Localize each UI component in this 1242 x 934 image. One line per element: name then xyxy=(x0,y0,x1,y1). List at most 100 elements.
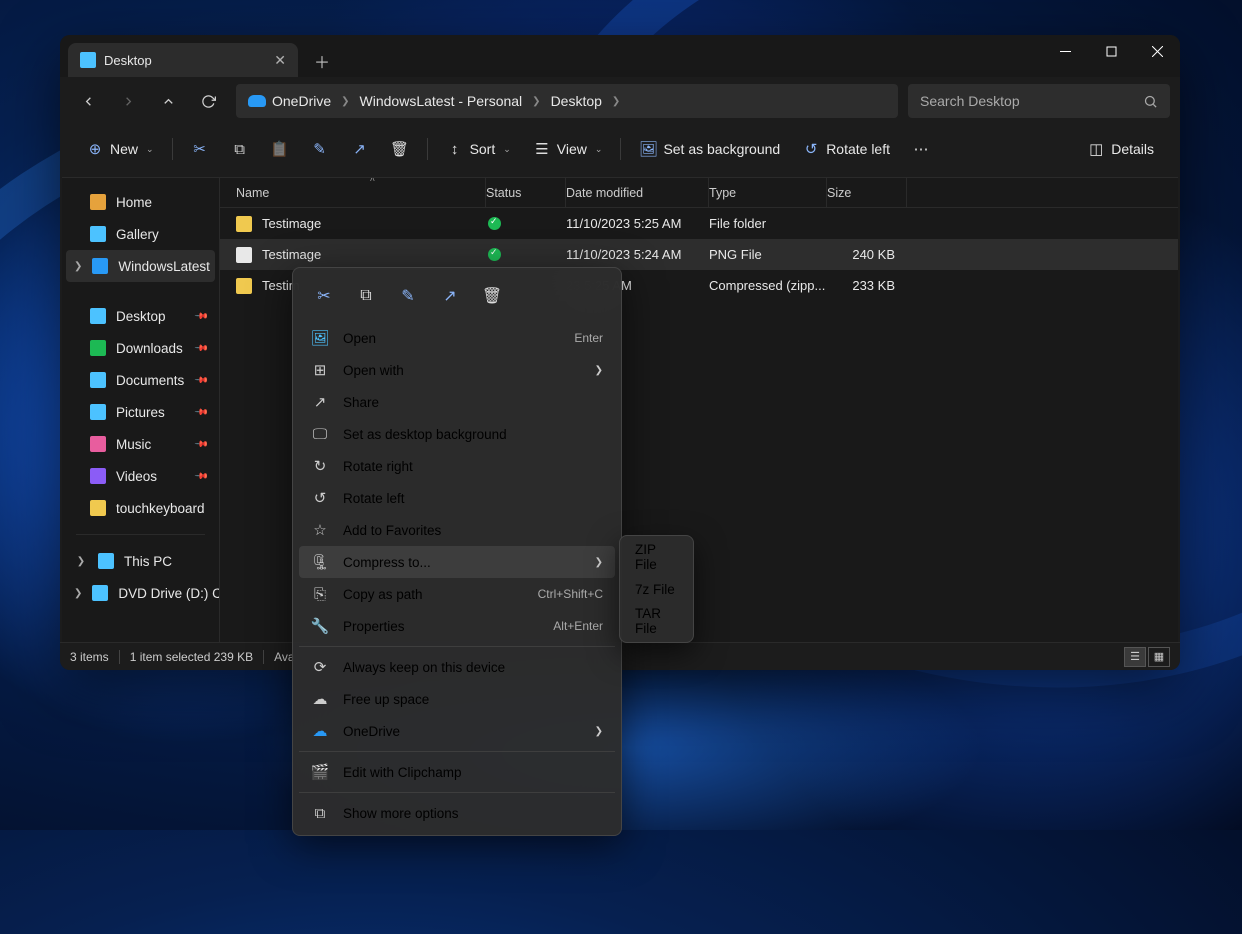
cut-button[interactable]: ✂ xyxy=(181,131,219,167)
ctx-item-label: Add to Favorites xyxy=(343,523,603,538)
address-bar[interactable]: OneDrive ❯ WindowsLatest - Personal ❯ De… xyxy=(236,84,898,118)
rotate-left-button[interactable]: ↺ Rotate left xyxy=(792,131,900,167)
sidebar-item-windowslatest[interactable]: ❯WindowsLatest xyxy=(66,250,215,282)
folder-icon xyxy=(90,372,106,388)
ctx-item-rotate-left[interactable]: ↺Rotate left xyxy=(299,482,615,514)
folder-icon xyxy=(98,553,114,569)
sidebar-item-videos[interactable]: Videos📌 xyxy=(66,460,215,492)
ctx-item-always-keep-on-this-device[interactable]: ⟳ Always keep on this device xyxy=(299,651,615,683)
column-status[interactable]: Status xyxy=(486,178,566,207)
submenu-item-7z-file[interactable]: 7z File xyxy=(625,573,688,605)
plus-circle-icon: ⊕ xyxy=(86,140,104,158)
close-button[interactable] xyxy=(1134,35,1180,67)
maximize-button[interactable] xyxy=(1088,35,1134,67)
sidebar-item-label: touchkeyboard xyxy=(116,501,205,516)
ctx-item-show-more-options[interactable]: ⧉Show more options xyxy=(299,797,615,829)
keep-icon: ⟳ xyxy=(311,658,329,676)
view-button[interactable]: ☰ View⌄ xyxy=(523,131,613,167)
search-input[interactable]: Search Desktop xyxy=(908,84,1170,118)
rename-button[interactable]: ✎ xyxy=(301,131,339,167)
forward-button[interactable] xyxy=(110,84,146,118)
ctx-copy-button[interactable]: ⧉ xyxy=(347,278,385,314)
ctx-item-hint: Alt+Enter xyxy=(553,619,603,633)
file-icon xyxy=(236,216,252,232)
file-row[interactable]: Testimage 11/10/2023 5:25 AM File folder xyxy=(220,208,1178,239)
share-button[interactable]: ↗ xyxy=(341,131,379,167)
ctx-item-label: Open xyxy=(343,331,560,346)
ctx-item-rotate-right[interactable]: ↻Rotate right xyxy=(299,450,615,482)
sidebar-item-label: Home xyxy=(116,195,152,210)
compress-icon: 🗜 xyxy=(311,553,329,571)
column-size[interactable]: Size xyxy=(827,178,907,207)
ctx-item-label: Edit with Clipchamp xyxy=(343,765,603,780)
column-type[interactable]: Type xyxy=(709,178,827,207)
ctx-item-onedrive[interactable]: ☁ OneDrive ❯ xyxy=(299,715,615,747)
sidebar-item-music[interactable]: Music📌 xyxy=(66,428,215,460)
bg-icon: 🖵 xyxy=(311,426,329,443)
copy-button[interactable]: ⧉ xyxy=(221,131,259,167)
delete-button[interactable]: 🗑 xyxy=(381,131,419,167)
sidebar-item-pictures[interactable]: Pictures📌 xyxy=(66,396,215,428)
column-date[interactable]: Date modified xyxy=(566,178,709,207)
details-view-button[interactable]: ☰ xyxy=(1124,647,1146,667)
sidebar-item-touchkeyboard[interactable]: touchkeyboard xyxy=(66,492,215,524)
ctx-delete-button[interactable]: 🗑 xyxy=(473,278,511,314)
ellipsis-icon: ⋯ xyxy=(912,140,930,158)
sidebar-item-this-pc[interactable]: ❯This PC xyxy=(66,545,215,577)
submenu-item-zip-file[interactable]: ZIP File xyxy=(625,541,688,573)
ctx-item-free-up-space[interactable]: ☁Free up space xyxy=(299,683,615,715)
onedrive-icon: ☁ xyxy=(311,722,329,740)
sort-button[interactable]: ↕ Sort⌄ xyxy=(436,131,521,167)
file-type: PNG File xyxy=(709,247,827,262)
sidebar-item-downloads[interactable]: Downloads📌 xyxy=(66,332,215,364)
breadcrumb-personal[interactable]: WindowsLatest - Personal xyxy=(360,93,523,109)
refresh-button[interactable] xyxy=(190,84,226,118)
set-background-button[interactable]: 🖼 Set as background xyxy=(629,131,790,167)
chevron-right-icon: ❯ xyxy=(595,726,603,737)
ctx-cut-button[interactable]: ✂ xyxy=(305,278,343,314)
file-row[interactable]: Testimage 11/10/2023 5:24 AM PNG File 24… xyxy=(220,239,1178,270)
ctx-item-properties[interactable]: 🔧PropertiesAlt+Enter xyxy=(299,610,615,642)
ctx-share-button[interactable]: ↗ xyxy=(431,278,469,314)
sidebar-item-home[interactable]: Home xyxy=(66,186,215,218)
chevron-right-icon: ❯ xyxy=(74,261,82,272)
ctx-item-label: Rotate right xyxy=(343,459,603,474)
tab-close-button[interactable]: ✕ xyxy=(274,52,286,69)
ctx-item-copy-as-path[interactable]: ⎘Copy as pathCtrl+Shift+C xyxy=(299,578,615,610)
breadcrumb-desktop[interactable]: Desktop xyxy=(551,93,602,109)
more-button[interactable]: ⋯ xyxy=(902,131,940,167)
column-name[interactable]: Name˄ xyxy=(236,178,486,207)
ctx-item-add-to-favorites[interactable]: ☆ Add to Favorites xyxy=(299,514,615,546)
ctx-item-open-with[interactable]: ⊞Open with❯ xyxy=(299,354,615,386)
sidebar-item-documents[interactable]: Documents📌 xyxy=(66,364,215,396)
new-tab-button[interactable]: ＋ xyxy=(306,45,338,77)
ctx-item-label: OneDrive xyxy=(343,724,581,739)
sidebar-item-dvd-drive-d-c[interactable]: ❯DVD Drive (D:) C xyxy=(66,577,215,609)
folder-icon xyxy=(90,308,106,324)
file-type: File folder xyxy=(709,216,827,231)
ctx-item-set-as-desktop-background[interactable]: 🖵Set as desktop background xyxy=(299,418,615,450)
sidebar-item-gallery[interactable]: Gallery xyxy=(66,218,215,250)
new-button[interactable]: ⊕ New⌄ xyxy=(76,131,164,167)
ctx-item-edit-with-clipchamp[interactable]: 🎬Edit with Clipchamp xyxy=(299,756,615,788)
folder-icon xyxy=(90,226,106,242)
ctx-item-share[interactable]: ↗Share xyxy=(299,386,615,418)
paste-button[interactable]: 📋 xyxy=(261,131,299,167)
ctx-item-compress-to-[interactable]: 🗜Compress to...❯ xyxy=(299,546,615,578)
ctx-item-label: Always keep on this device xyxy=(343,660,603,675)
thumbnails-view-button[interactable]: ▦ xyxy=(1148,647,1170,667)
star-icon: ☆ xyxy=(311,521,329,539)
file-icon xyxy=(236,278,252,294)
tab-desktop[interactable]: Desktop ✕ xyxy=(68,43,298,77)
details-pane-button[interactable]: ◫ Details xyxy=(1077,131,1164,167)
up-button[interactable] xyxy=(150,84,186,118)
ctx-rename-button[interactable]: ✎ xyxy=(389,278,427,314)
ctx-item-open[interactable]: 🖼OpenEnter xyxy=(299,322,615,354)
sidebar-item-desktop[interactable]: Desktop📌 xyxy=(66,300,215,332)
submenu-item-tar-file[interactable]: TAR File xyxy=(625,605,688,637)
ctx-item-label: Free up space xyxy=(343,692,603,707)
status-items: 3 items xyxy=(70,650,109,664)
minimize-button[interactable] xyxy=(1042,35,1088,67)
back-button[interactable] xyxy=(70,84,106,118)
breadcrumb-onedrive[interactable]: OneDrive xyxy=(248,93,331,109)
